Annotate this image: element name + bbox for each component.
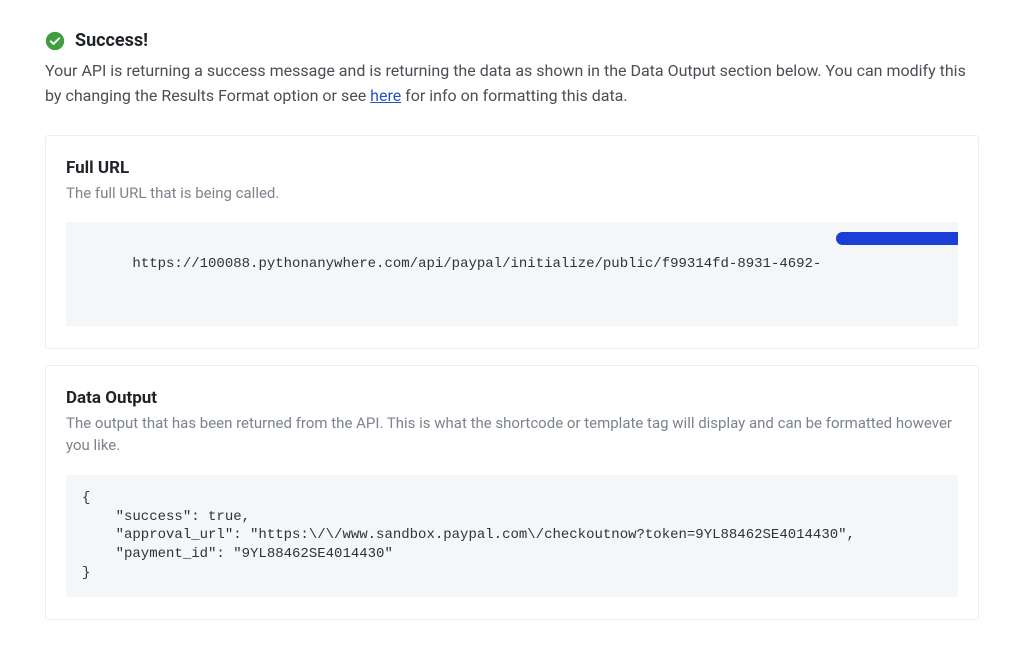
full-url-panel: Full URL The full URL that is being call…	[45, 135, 979, 349]
full-url-subtitle: The full URL that is being called.	[66, 182, 958, 205]
full-url-value: https://100088.pythonanywhere.com/api/pa…	[66, 222, 958, 326]
full-url-text: https://100088.pythonanywhere.com/api/pa…	[132, 256, 821, 272]
success-header: Success!	[45, 30, 979, 51]
success-description: Your API is returning a success message …	[45, 59, 979, 109]
data-output-code: { "success": true, "approval_url": "http…	[66, 475, 958, 597]
data-output-subtitle: The output that has been returned from t…	[66, 412, 958, 457]
success-title: Success!	[75, 30, 148, 51]
data-output-title: Data Output	[66, 388, 958, 408]
success-link[interactable]: here	[370, 86, 401, 105]
full-url-title: Full URL	[66, 158, 958, 178]
redaction-mark	[836, 232, 958, 245]
data-output-panel: Data Output The output that has been ret…	[45, 365, 979, 620]
success-desc-after: for info on formatting this data.	[401, 86, 627, 105]
check-circle-icon	[45, 31, 65, 51]
